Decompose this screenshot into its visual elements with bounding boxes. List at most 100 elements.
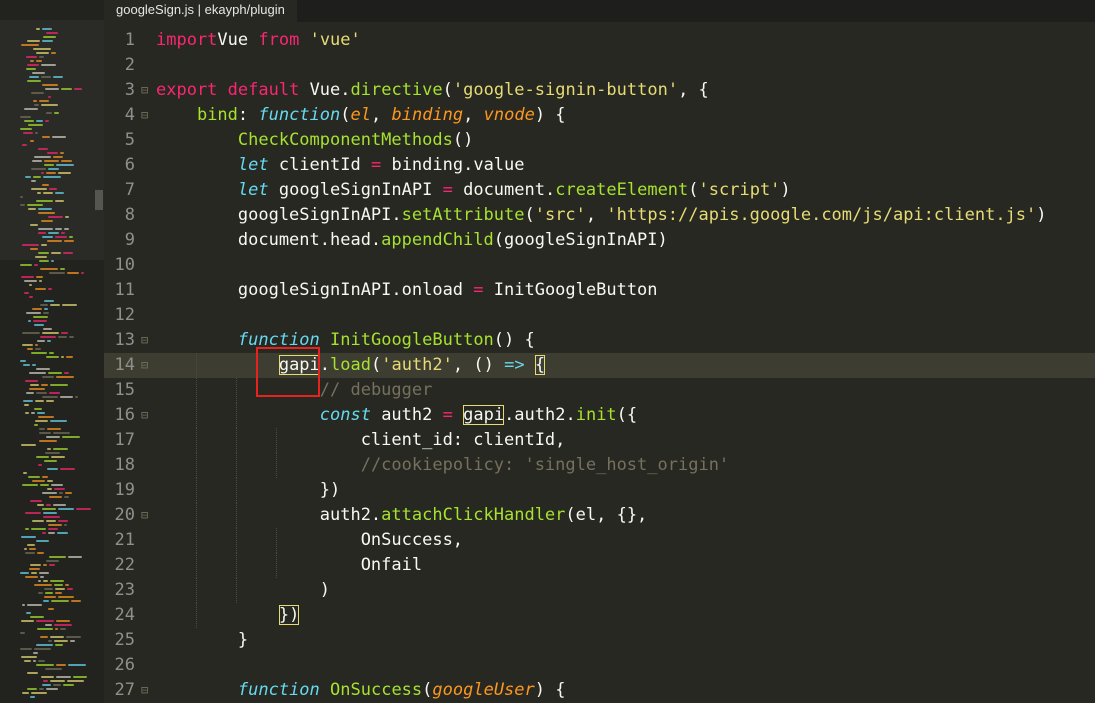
code-line[interactable]: 15 // debugger (104, 378, 1095, 403)
code-line[interactable]: 11 googleSignInAPI.onload = InitGoogleBu… (104, 278, 1095, 303)
minimap-line (34, 104, 39, 106)
code-line[interactable]: 17 client_id: clientId, (104, 428, 1095, 453)
token-plain: , (371, 105, 392, 125)
code-line[interactable]: 1 importVue from 'vue' (104, 28, 1095, 53)
code-line[interactable]: 8 googleSignInAPI.setAttribute('src', 'h… (104, 203, 1095, 228)
minimap-line (46, 400, 54, 402)
minimap-line (42, 184, 49, 186)
code-line[interactable]: 25 } (104, 628, 1095, 653)
code-line[interactable]: 5 CheckComponentMethods() (104, 128, 1095, 153)
code-line[interactable]: 3 ⊟ export default Vue.directive('google-s… (104, 78, 1095, 103)
token-st: 'google-signin-button' (452, 80, 679, 100)
minimap-line (25, 176, 31, 178)
code-line[interactable]: 21 OnSuccess, (104, 528, 1095, 553)
code-line[interactable]: 14 ⊟ gapi.load('auth2', () => { (104, 353, 1095, 378)
code-line[interactable]: 19 }) (104, 478, 1095, 503)
token-st: 'vue' (309, 30, 361, 50)
token-plain: }) (156, 480, 341, 500)
code-line[interactable]: 6 let clientId = binding.value (104, 153, 1095, 178)
minimap-line (65, 584, 69, 586)
code-line[interactable]: 27 ⊟ function OnSuccess(googleUser) { (104, 678, 1095, 703)
minimap-line (45, 592, 53, 594)
code-text: importVue from 'vue' (156, 28, 361, 53)
code-text: googleSignInAPI.setAttribute('src', 'htt… (156, 203, 1047, 228)
fold-toggle-icon[interactable]: ⊟ (141, 328, 148, 353)
minimap-line (25, 552, 35, 554)
minimap-line (36, 392, 47, 394)
minimap-line (57, 532, 68, 534)
line-number: 13 (114, 330, 135, 350)
token-plain: document. (452, 180, 556, 200)
code-line[interactable]: 9 document.head.appendChild(googleSignIn… (104, 228, 1095, 253)
minimap-viewport[interactable] (0, 20, 104, 260)
code-line[interactable]: 18 //cookiepolicy: 'single_host_origin' (104, 453, 1095, 478)
code-text: ) (156, 578, 330, 603)
code-line[interactable]: 13 ⊟ function InitGoogleButton() { (104, 328, 1095, 353)
code-line[interactable]: 7 let googleSignInAPI = document.createE… (104, 178, 1095, 203)
minimap-line (45, 88, 59, 90)
code-line[interactable]: 24 }) (104, 603, 1095, 628)
minimap-line (27, 80, 41, 82)
minimap-line (43, 680, 48, 682)
fold-toggle-icon[interactable]: ⊟ (141, 678, 148, 703)
minimap-line (36, 620, 54, 622)
line-number: 7 (124, 180, 135, 200)
line-number: 15 (114, 380, 135, 400)
minimap-line (50, 420, 67, 422)
minimap-scroll-thumb[interactable] (95, 190, 103, 210)
code-line[interactable]: 23 ) (104, 578, 1095, 603)
token-cy: => (504, 355, 525, 375)
token-plain: , { (678, 80, 709, 100)
token-plain: document.head. (156, 230, 382, 250)
minimap-line (44, 160, 59, 162)
minimap-line (26, 68, 36, 70)
minimap-line (41, 76, 51, 78)
code-editor[interactable]: 1 importVue from 'vue' 2 3 ⊟ export default V… (104, 22, 1095, 703)
minimap[interactable] (0, 0, 104, 703)
minimap-line (43, 516, 60, 518)
fold-toggle-icon[interactable]: ⊟ (141, 353, 148, 378)
code-line[interactable]: 20 ⊟ auth2.attachClickHandler(el, {}, (104, 503, 1095, 528)
fold-toggle-icon[interactable]: ⊟ (141, 403, 148, 428)
code-line[interactable]: 12 (104, 303, 1095, 328)
token-fnm: setAttribute (401, 205, 525, 225)
code-line[interactable]: 10 (104, 253, 1095, 278)
minimap-line (42, 40, 53, 42)
minimap-line (70, 640, 75, 642)
minimap-line (28, 320, 31, 322)
minimap-line (75, 396, 78, 398)
code-line[interactable]: 4 ⊟ bind: function(el, binding, vnode) { (104, 103, 1095, 128)
fold-toggle-icon[interactable]: ⊟ (141, 103, 148, 128)
minimap-line (73, 676, 87, 678)
line-number: 3 (124, 80, 135, 100)
minimap-line (37, 504, 44, 506)
code-text: }) (156, 603, 300, 628)
token-plain: , (585, 205, 607, 225)
minimap-line (39, 688, 44, 690)
token-st: 'src' (534, 205, 586, 225)
code-line[interactable]: 22 Onfail (104, 553, 1095, 578)
token-plain: Vue. (299, 80, 351, 100)
minimap-line (47, 480, 53, 482)
minimap-line (22, 344, 33, 346)
fold-toggle-icon[interactable]: ⊟ (141, 503, 148, 528)
fold-toggle-icon[interactable]: ⊟ (141, 78, 148, 103)
code-line[interactable]: 26 (104, 653, 1095, 678)
minimap-line (37, 192, 41, 194)
token-plain: (googleSignInAPI) (493, 230, 668, 250)
token-plain: Onfail (156, 555, 423, 575)
minimap-line (29, 372, 46, 374)
minimap-line (33, 660, 36, 662)
code-line[interactable]: 2 (104, 53, 1095, 78)
code-line[interactable]: 16 ⊟ const auth2 = gapi.auth2.init({ (104, 403, 1095, 428)
token-fnm: createElement (555, 180, 689, 200)
tab-googlesign-js[interactable]: googleSign.js | ekayph/plugin (104, 0, 297, 22)
minimap-line (30, 140, 34, 142)
minimap-line (20, 116, 31, 118)
token-plain: auth2. (156, 505, 382, 525)
